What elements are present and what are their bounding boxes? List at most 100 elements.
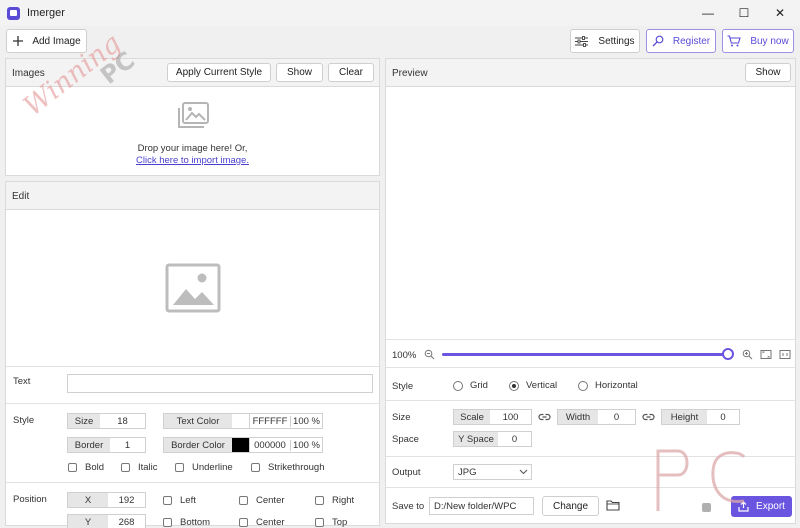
top-label: Top	[332, 517, 348, 528]
width-field-value: 0	[613, 411, 620, 423]
preview-panel: Preview Show 100% Style Grid Vertical Ho…	[385, 58, 796, 524]
preview-style-label: Style	[392, 381, 414, 392]
images-panel: Images Apply Current Style Show Clear Dr…	[5, 58, 380, 176]
left-checkbox[interactable]: Left	[163, 495, 196, 506]
text-input[interactable]	[67, 374, 373, 393]
export-icon	[738, 501, 749, 512]
text-label: Text	[13, 376, 31, 387]
preview-space-label: Space	[392, 434, 419, 445]
style-horizontal-radio[interactable]: Horizontal	[578, 380, 638, 391]
center-checkbox-1[interactable]: Center	[239, 495, 285, 506]
style-vertical-label: Vertical	[526, 380, 558, 391]
bottom-label: Bottom	[180, 517, 211, 528]
bold-checkbox-box	[68, 463, 77, 472]
add-image-button[interactable]: Add Image	[6, 29, 87, 53]
scale-field[interactable]: Scale 100	[453, 409, 532, 425]
save-path-field[interactable]: D:/New folder/WPC	[429, 497, 534, 515]
drop-text: Drop your image here! Or,	[137, 143, 248, 154]
link-icon[interactable]	[538, 411, 551, 423]
zoom-out-icon[interactable]	[424, 349, 435, 360]
fit-screen-icon[interactable]	[760, 349, 772, 360]
width-field-label: Width	[558, 410, 598, 424]
output-format-value: JPG	[458, 466, 477, 478]
app-icon	[7, 6, 20, 20]
edit-canvas	[6, 211, 379, 366]
export-button[interactable]: Export	[731, 496, 792, 517]
bold-checkbox[interactable]: Bold	[68, 462, 104, 473]
chevron-down-icon	[519, 468, 528, 476]
export-label: Export	[756, 501, 785, 512]
style-vertical-radio[interactable]: Vertical	[509, 380, 557, 391]
zoom-in-icon[interactable]	[742, 349, 753, 360]
edit-separator-1	[6, 366, 379, 367]
border-field-value: 1	[124, 439, 131, 451]
underline-checkbox[interactable]: Underline	[175, 462, 233, 473]
x-field-label: X	[68, 493, 108, 507]
y-field[interactable]: Y 268	[67, 514, 146, 528]
images-clear-button[interactable]: Clear	[328, 63, 374, 82]
maximize-button[interactable]: ☐	[726, 0, 762, 26]
zoom-slider-thumb[interactable]	[722, 348, 734, 360]
text-color-swatch[interactable]	[232, 414, 250, 428]
border-field-label: Border	[68, 438, 110, 452]
output-format-select[interactable]: JPG	[453, 464, 532, 480]
style-grid-label: Grid	[470, 380, 488, 391]
preview-separator-3	[386, 456, 795, 457]
key-search-icon	[652, 35, 664, 47]
preview-panel-header: Preview Show	[386, 59, 795, 87]
left-label: Left	[180, 495, 196, 506]
edit-separator-2	[6, 403, 379, 404]
center-checkbox-2[interactable]: Center	[239, 517, 285, 528]
x-field[interactable]: X 192	[67, 492, 146, 508]
zoom-slider[interactable]	[442, 348, 734, 360]
right-checkbox-box	[315, 496, 324, 505]
close-button[interactable]: ✕	[762, 0, 798, 26]
sliders-icon	[575, 35, 589, 47]
strikethrough-checkbox[interactable]: Strikethrough	[251, 462, 325, 473]
left-checkbox-box	[163, 496, 172, 505]
register-button[interactable]: Register	[646, 29, 716, 53]
settings-button[interactable]: Settings	[570, 29, 640, 53]
border-color-opacity: 100 %	[290, 439, 322, 451]
plus-icon	[12, 35, 24, 47]
window-title: Imerger	[27, 7, 65, 19]
images-show-button[interactable]: Show	[276, 63, 323, 82]
y-field-label: Y	[68, 515, 108, 528]
center-checkbox-2-box	[239, 518, 248, 527]
import-image-link[interactable]: Click here to import image.	[6, 155, 379, 166]
border-color-field[interactable]: Border Color 000000 100 %	[163, 437, 323, 453]
image-drop-zone[interactable]: Drop your image here! Or, Click here to …	[6, 88, 379, 176]
edit-panel-header: Edit	[6, 182, 379, 210]
minimize-button[interactable]: —	[690, 0, 726, 26]
height-field-label: Height	[662, 410, 707, 424]
apply-current-style-button[interactable]: Apply Current Style	[167, 63, 271, 82]
bottom-checkbox[interactable]: Bottom	[163, 517, 210, 528]
height-field-value: 0	[720, 411, 726, 423]
preview-show-button[interactable]: Show	[745, 63, 791, 82]
y-space-field[interactable]: Y Space 0	[453, 431, 532, 447]
buy-now-button[interactable]: Buy now	[722, 29, 794, 53]
width-field[interactable]: Width 0	[557, 409, 636, 425]
strikethrough-checkbox-box	[251, 463, 260, 472]
actual-size-icon[interactable]	[779, 349, 791, 360]
size-field[interactable]: Size 18	[67, 413, 146, 429]
save-to-label: Save to	[392, 501, 425, 512]
top-checkbox[interactable]: Top	[315, 517, 347, 528]
edit-panel: Edit Text Style Size 18 Text Color FFFFF…	[5, 181, 380, 528]
italic-checkbox[interactable]: Italic	[121, 462, 158, 473]
edit-panel-title: Edit	[12, 191, 30, 202]
border-color-swatch[interactable]	[232, 438, 250, 452]
style-grid-radio[interactable]: Grid	[453, 380, 488, 391]
text-color-field[interactable]: Text Color FFFFFF 100 %	[163, 413, 323, 429]
border-field[interactable]: Border 1	[67, 437, 146, 453]
height-field[interactable]: Height 0	[661, 409, 740, 425]
settings-label: Settings	[598, 35, 635, 47]
change-path-button[interactable]: Change	[542, 496, 599, 516]
preview-separator-1	[386, 367, 795, 368]
size-field-value: 18	[117, 415, 128, 427]
right-checkbox[interactable]: Right	[315, 495, 354, 506]
folder-icon[interactable]	[606, 499, 620, 511]
images-panel-header: Images Apply Current Style Show Clear	[6, 59, 379, 87]
link-icon-2[interactable]	[642, 411, 655, 423]
style-horizontal-radio-dot	[578, 380, 588, 391]
